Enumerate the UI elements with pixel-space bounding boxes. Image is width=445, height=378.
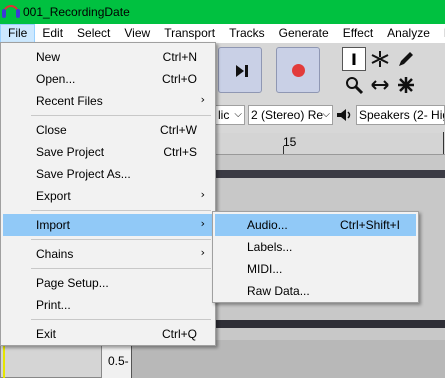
menu-item-label: Recent Files [36,94,103,108]
audacity-logo-icon [2,4,20,20]
envelope-tool-icon[interactable] [368,47,392,71]
time-shift-tool-icon[interactable] [368,73,392,97]
menu-help[interactable]: Help [437,24,445,43]
menu-item-label: Print... [36,298,71,312]
menu-bar: File Edit Select View Transport Tracks G… [0,24,445,43]
menu-tracks[interactable]: Tracks [222,24,272,43]
menu-item-import-labels[interactable]: Labels... [215,236,416,258]
menu-item-label: Open... [36,72,76,86]
menu-separator [31,239,211,240]
menu-item-label: New [36,50,61,64]
channels-combo[interactable]: 2 (Stereo) Re ⌵ [248,105,333,125]
menu-item-label: Import [36,218,71,232]
menu-item-label: Chains [36,247,74,261]
selection-tool-icon[interactable]: I [342,47,366,71]
chevron-right-icon: › [200,188,205,201]
menu-item-label: Save Project As... [36,167,131,181]
menu-item-export[interactable]: Export › [3,185,213,207]
menu-item-label: Exit [36,327,57,341]
menu-edit[interactable]: Edit [35,24,70,43]
menu-item-import[interactable]: Import › [3,214,213,236]
menu-item-open[interactable]: Open... Ctrl+O [3,68,213,90]
title-bar: 001_RecordingDate [0,0,445,24]
menu-item-shortcut: Ctrl+W [160,123,197,137]
menu-item-shortcut: Ctrl+S [163,145,197,159]
menu-item-close[interactable]: Close Ctrl+W [3,119,213,141]
menu-item-exit[interactable]: Exit Ctrl+Q [3,323,213,345]
skip-end-icon [236,65,244,77]
menu-item-label: MIDI... [247,262,283,276]
channels-value: 2 (Stereo) Re [251,108,324,122]
audacity-window: 001_RecordingDate File Edit Select View … [0,0,445,378]
ruler-label: 15 [283,135,297,149]
draw-tool-icon[interactable] [394,47,418,71]
menu-item-import-raw-data[interactable]: Raw Data... [215,280,416,302]
menu-item-new[interactable]: New Ctrl+N [3,46,213,68]
window-title: 001_RecordingDate [23,5,130,19]
import-submenu: Audio... Ctrl+Shift+I Labels... MIDI... … [212,211,419,303]
scale-label: 0.5- [108,354,129,368]
menu-separator [31,115,211,116]
host-value: lic [218,108,230,122]
menu-item-label: Page Setup... [36,276,109,290]
speaker-icon [335,106,353,124]
record-icon [292,64,305,77]
device-toolbar: lic ⌵ 2 (Stereo) Re ⌵ Speakers (2- Hig [215,104,445,126]
menu-separator [31,210,211,211]
multi-tool-icon[interactable] [394,73,418,97]
track-divider [215,170,445,178]
menu-item-chains[interactable]: Chains › [3,243,213,265]
zoom-tool-icon[interactable] [342,73,366,97]
chevron-right-icon: › [200,217,205,230]
menu-item-label: Raw Data... [247,284,310,298]
menu-transport[interactable]: Transport [157,24,222,43]
menu-item-import-audio[interactable]: Audio... Ctrl+Shift+I [215,214,416,236]
menu-item-import-midi[interactable]: MIDI... [215,258,416,280]
menu-select[interactable]: Select [70,24,117,43]
menu-item-recent-files[interactable]: Recent Files › [3,90,213,112]
menu-item-label: Labels... [247,240,293,254]
menu-item-shortcut: Ctrl+Shift+I [339,218,400,232]
menu-analyze[interactable]: Analyze [380,24,437,43]
menu-item-page-setup[interactable]: Page Setup... [3,272,213,294]
record-button[interactable] [276,47,320,93]
tools-toolbar: I [340,46,420,96]
menu-effect[interactable]: Effect [336,24,380,43]
menu-item-label: Export [36,189,71,203]
output-device-value: Speakers (2- Hig [359,108,445,122]
menu-item-print[interactable]: Print... [3,294,213,316]
menu-item-shortcut: Ctrl+Q [161,327,197,341]
menu-view[interactable]: View [117,24,157,43]
chevron-right-icon: › [200,93,205,106]
menu-generate[interactable]: Generate [272,24,336,43]
menu-item-shortcut: Ctrl+N [162,50,197,64]
chevron-down-icon: ⌵ [322,109,330,120]
host-combo[interactable]: lic ⌵ [215,105,245,125]
menu-item-label: Save Project [36,145,105,159]
output-device-combo[interactable]: Speakers (2- Hig [356,105,445,125]
menu-item-label: Close [36,123,67,137]
menu-item-save-project[interactable]: Save Project Ctrl+S [3,141,213,163]
menu-separator [31,268,211,269]
menu-item-save-project-as[interactable]: Save Project As... [3,163,213,185]
timeline-ruler[interactable]: 15 [215,132,445,155]
track-divider [215,320,445,328]
chevron-right-icon: › [200,246,205,259]
menu-separator [31,319,211,320]
menu-item-label: Audio... [247,218,288,232]
skip-to-end-button[interactable] [218,47,262,93]
menu-file[interactable]: File [0,24,36,43]
chevron-down-icon: ⌵ [234,109,242,120]
file-menu: New Ctrl+N Open... Ctrl+O Recent Files ›… [0,42,216,346]
menu-item-shortcut: Ctrl+O [161,72,197,86]
